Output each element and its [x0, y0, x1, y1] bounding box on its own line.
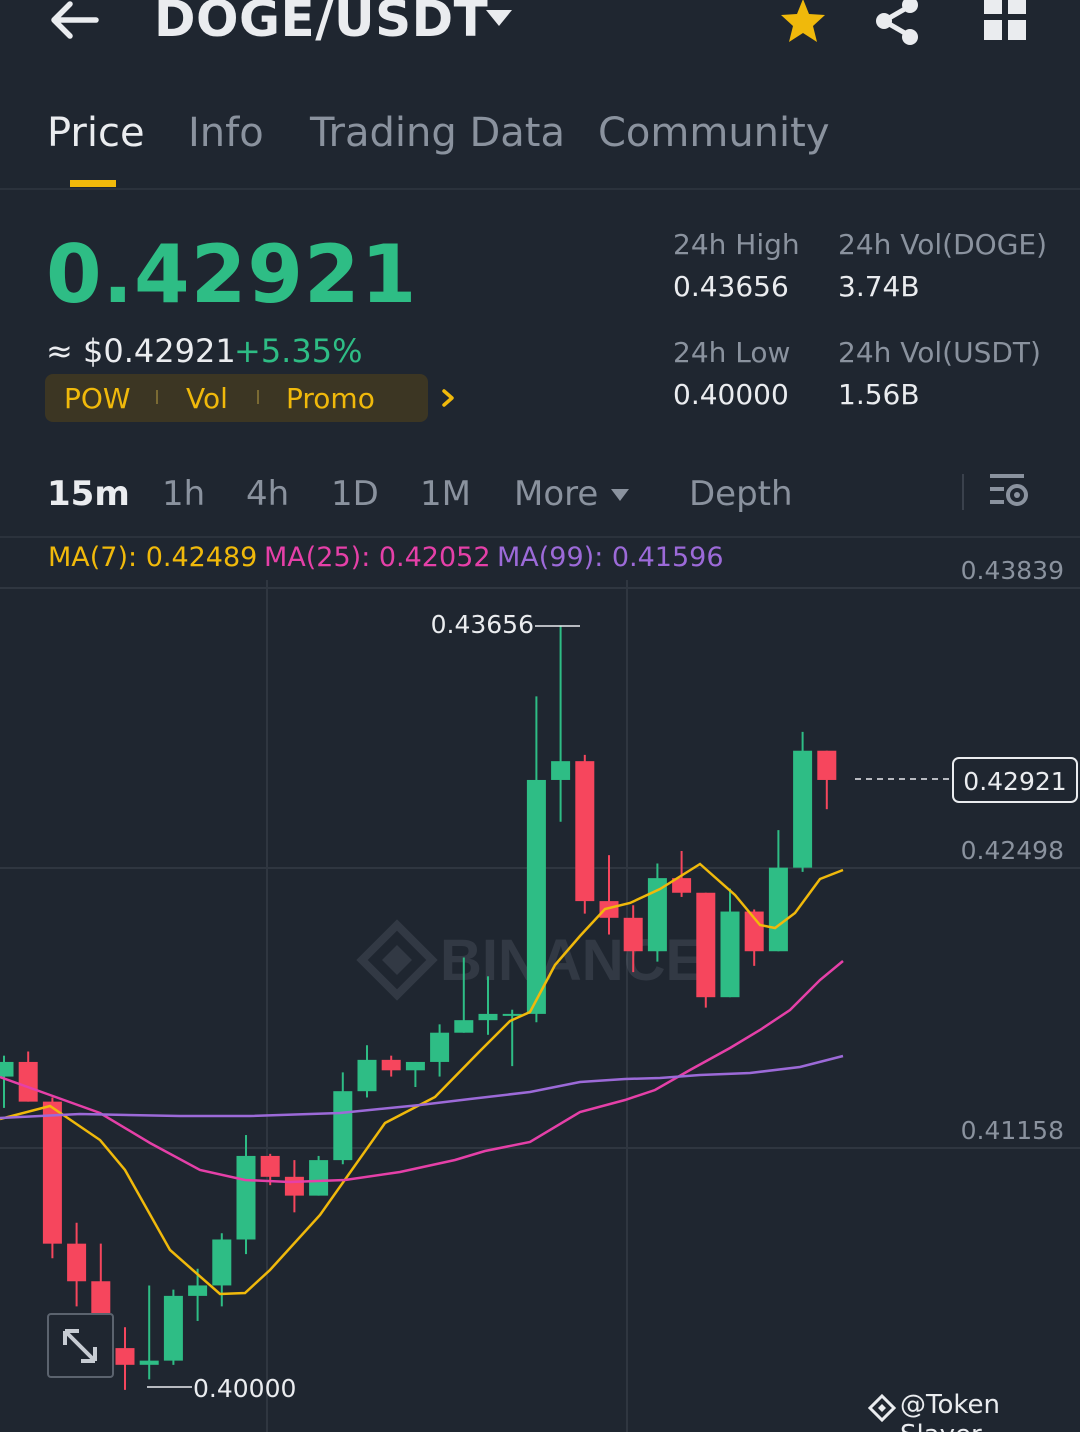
pair-title[interactable]: DOGE/USDT — [154, 0, 488, 48]
candle-body — [405, 1061, 425, 1071]
candle-body — [333, 1091, 353, 1161]
interval-1m[interactable]: 1M — [420, 474, 471, 514]
active-tab-indicator — [70, 180, 116, 187]
interval-1h[interactable]: 1h — [162, 474, 205, 514]
interval-4h[interactable]: 4h — [246, 474, 289, 514]
candle-body — [260, 1155, 280, 1177]
candle-body — [599, 901, 619, 918]
fullscreen-button[interactable] — [47, 1313, 114, 1378]
star-icon[interactable] — [778, 0, 828, 46]
interval-bar: 15m 1h 4h 1D 1M More Depth — [0, 466, 1080, 538]
candle-body — [793, 750, 813, 868]
candle-body — [0, 1061, 14, 1077]
candle-body — [430, 1032, 450, 1062]
stat-high-value: 0.43656 — [673, 270, 789, 303]
candle-body — [67, 1243, 87, 1282]
interval-1d[interactable]: 1D — [331, 474, 379, 514]
candle-body — [18, 1061, 38, 1102]
low-marker: 0.40000 — [147, 1374, 296, 1403]
chart-settings-icon[interactable] — [988, 470, 1030, 510]
high-marker-label: 0.43656 — [431, 610, 534, 639]
tag-pow[interactable]: POW — [64, 382, 131, 415]
y-tick-label: 0.42498 — [961, 836, 1064, 865]
back-arrow-icon[interactable] — [48, 0, 104, 44]
top-bar: DOGE/USDT — [0, 0, 1080, 70]
tag-promo[interactable]: Promo — [286, 382, 375, 415]
caret-down-icon[interactable] — [484, 8, 514, 28]
stat-vol-doge-value: 3.74B — [838, 270, 920, 303]
chevron-right-icon[interactable] — [439, 388, 457, 408]
y-tick-label: 0.43839 — [961, 556, 1064, 585]
current-price-marker[interactable]: 0.42921 — [855, 757, 1078, 803]
candle-body — [163, 1295, 183, 1361]
price-change: +5.35% — [234, 332, 363, 370]
binance-logo-icon — [868, 1394, 896, 1422]
candles — [0, 625, 837, 1390]
credit-handle: @Token Slayer — [900, 1390, 1000, 1432]
candle-body — [817, 750, 837, 780]
candle-body — [478, 1013, 498, 1021]
depth-tab[interactable]: Depth — [689, 474, 793, 514]
tab-info[interactable]: Info — [188, 110, 264, 156]
stat-vol-usdt-label: 24h Vol(USDT) — [838, 336, 1041, 369]
stat-low-label: 24h Low — [673, 336, 791, 369]
ma-lines — [0, 862, 844, 1296]
candle-body — [284, 1176, 304, 1196]
candle-body — [768, 867, 788, 952]
candle-body — [236, 1155, 256, 1240]
candle-body — [696, 892, 716, 998]
candle-body — [188, 1285, 208, 1296]
low-marker-label: 0.40000 — [193, 1374, 296, 1403]
stat-low-value: 0.40000 — [673, 378, 789, 411]
tag-vol[interactable]: Vol — [186, 382, 228, 415]
ma7-line — [0, 862, 844, 1296]
candle-body — [42, 1101, 62, 1244]
candle-body — [720, 911, 740, 998]
grid-icon[interactable] — [982, 0, 1028, 42]
candle-body — [526, 779, 546, 1014]
interval-15m[interactable]: 15m — [47, 474, 130, 514]
divider — [962, 474, 964, 510]
candle-body — [454, 1020, 474, 1033]
candle-body — [357, 1059, 377, 1092]
main-tabs: Price Info Trading Data Community — [0, 100, 1080, 190]
high-marker: 0.43656 — [431, 610, 580, 639]
candle-body — [115, 1348, 135, 1365]
stat-vol-usdt-value: 1.56B — [838, 378, 920, 411]
tab-community[interactable]: Community — [598, 110, 830, 156]
current-price-label: 0.42921 — [963, 767, 1066, 796]
candle-body — [212, 1239, 232, 1286]
candle-body — [623, 917, 643, 952]
tab-trading-data[interactable]: Trading Data — [310, 110, 565, 156]
candle-body — [551, 761, 571, 780]
candle-body — [139, 1360, 159, 1365]
y-tick-label: 0.41158 — [961, 1116, 1064, 1145]
candle-body — [575, 761, 595, 902]
last-price: 0.42921 — [46, 228, 418, 321]
candle-body — [309, 1160, 329, 1196]
tab-price[interactable]: Price — [47, 110, 145, 156]
usd-price: ≈ $0.42921 — [46, 332, 236, 370]
caret-down-icon[interactable] — [610, 488, 630, 502]
candle-body — [381, 1059, 401, 1071]
share-icon[interactable] — [872, 0, 924, 46]
stat-high-label: 24h High — [673, 228, 800, 261]
tag-divider — [156, 390, 158, 404]
y-axis: 0.43839 0.42498 0.41158 — [961, 556, 1064, 1145]
expand-icon — [63, 1329, 97, 1363]
tag-divider — [257, 390, 259, 404]
candlestick-chart[interactable]: BINANCE 0.43839 0.42498 0.41158 0.43656 … — [0, 540, 1080, 1432]
stat-vol-doge-label: 24h Vol(DOGE) — [838, 228, 1048, 261]
interval-more[interactable]: More — [514, 474, 598, 514]
candle-body — [502, 1013, 522, 1016]
tag-bar[interactable]: POW Vol Promo — [45, 374, 454, 422]
